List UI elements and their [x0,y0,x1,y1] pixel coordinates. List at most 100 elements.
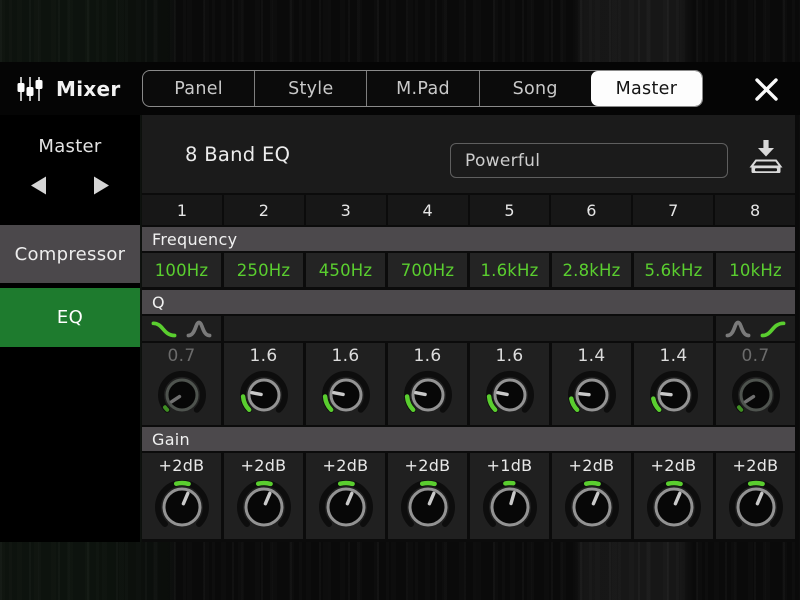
sidebar-items: Compressor EQ [0,225,140,347]
knob-graphic [728,480,783,527]
band-6-q-knob[interactable]: 1.4 [552,343,631,425]
tab-style[interactable]: Style [254,71,366,106]
band-number-2: 2 [223,195,304,225]
gain-value: +2dB [568,456,615,475]
knob-graphic [321,370,370,413]
shelf-falling-icon [151,320,177,337]
knob-graphic [646,480,701,527]
eq-panel: 8 Band EQ Powerful 123456 7 8 Frequency … [142,115,795,542]
band-2-gain-knob[interactable]: +2dB [224,453,303,539]
part-prev-button[interactable] [27,172,49,198]
band-1-filter-type[interactable] [142,316,221,341]
band-1-q-knob[interactable]: 0.7 [142,343,221,425]
frequency-row: 100Hz 250Hz 450Hz 700Hz 1.6kHz 2.8kHz 5.6kHz 10… [142,253,795,287]
part-next-button[interactable] [91,172,113,198]
q-value: 1.4 [577,346,606,366]
band-number-8: 8 [715,195,795,225]
gain-value: +2dB [732,456,779,475]
band-1-frequency[interactable]: 100Hz [142,253,221,287]
band-number-row: 12345678 [142,195,795,225]
band-7-gain-knob[interactable]: +2dB [634,453,713,539]
knob-graphic [400,480,455,527]
band-number-6: 6 [551,195,632,225]
part-selector-label: Master [38,136,102,157]
band-8-frequency[interactable]: 10kHz [716,253,795,287]
dialog-content: Master Compressor EQ 8 Band EQ Powerful … [0,115,800,542]
part-selector-arrows [0,172,140,198]
mixer-faders-icon [17,76,43,101]
close-button[interactable] [746,73,786,105]
band-3-q-knob[interactable]: 1.6 [306,343,385,425]
knob-graphic [485,370,534,413]
tab-bar: Panel Style M.Pad Song Master [142,70,703,107]
q-value: 1.6 [413,346,442,366]
eq-preset-value: Powerful [465,150,541,171]
knob-graphic [564,480,619,527]
band-1-gain-knob[interactable]: +2dB [142,453,221,539]
band-8-gain-knob[interactable]: +2dB [716,453,795,539]
peak-icon [186,320,212,337]
filter-type-spacer [224,316,713,341]
gain-value: +1dB [486,456,533,475]
sidebar-item-eq[interactable]: EQ [0,288,140,347]
shelf-rising-icon [760,320,786,337]
knob-graphic [236,480,291,527]
gain-row-header: Gain [142,427,795,451]
band-2-frequency[interactable]: 250Hz [224,253,303,287]
page-title: Mixer [56,76,121,101]
mixer-dialog: Mixer Panel Style M.Pad Song Master Master [0,62,800,542]
part-selector: Master [0,115,140,198]
q-value: 1.4 [659,346,688,366]
band-number-3: 3 [305,195,386,225]
band-6-frequency[interactable]: 2.8kHz [552,253,631,287]
tab-song[interactable]: Song [478,71,591,106]
band-5-q-knob[interactable]: 1.6 [470,343,549,425]
filter-type-row [142,316,795,341]
band-4-q-knob[interactable]: 1.6 [388,343,467,425]
tab-mpad[interactable]: M.Pad [366,71,478,106]
knob-graphic [482,480,537,527]
band-5-gain-knob[interactable]: +1dB [470,453,549,539]
band-2-q-knob[interactable]: 1.6 [224,343,303,425]
gain-value: +2dB [240,456,287,475]
sidebar-item-compressor[interactable]: Compressor [0,225,140,283]
band-6-gain-knob[interactable]: +2dB [552,453,631,539]
q-value: 0.7 [741,346,770,366]
knob-graphic [403,370,452,413]
frequency-row-header: Frequency [142,227,795,251]
knob-graphic [154,480,209,527]
gain-value: +2dB [322,456,369,475]
gain-value: +2dB [650,456,697,475]
knob-graphic [157,370,206,413]
q-value: 0.7 [167,346,196,366]
knob-graphic [567,370,616,413]
band-7-frequency[interactable]: 5.6kHz [634,253,713,287]
band-number-7: 7 [633,195,714,225]
band-number-4: 4 [387,195,468,225]
peak-icon [725,320,751,337]
eq-header: 8 Band EQ Powerful [142,115,795,193]
band-number-5: 5 [469,195,550,225]
mixer-screen: Mixer Panel Style M.Pad Song Master Master [0,0,800,600]
q-knob-row: 0.7 1.6 1.6 1.6 1.6 1.4 1.4 0.7 [142,343,795,425]
band-8-q-knob[interactable]: 0.7 [716,343,795,425]
app-title-group: Mixer [0,75,127,103]
save-button[interactable] [743,135,789,179]
band-7-q-knob[interactable]: 1.4 [634,343,713,425]
eq-preset-selector[interactable]: Powerful [450,143,728,178]
eq-title: 8 Band EQ [185,142,291,166]
band-8-filter-type[interactable] [716,316,795,341]
q-row-header: Q [142,290,795,314]
save-icon [749,140,783,173]
close-icon [754,77,778,101]
tab-master[interactable]: Master [590,71,702,106]
band-3-gain-knob[interactable]: +2dB [306,453,385,539]
tab-panel[interactable]: Panel [143,71,254,106]
knob-graphic [649,370,698,413]
band-3-frequency[interactable]: 450Hz [306,253,385,287]
knob-graphic [318,480,373,527]
band-4-gain-knob[interactable]: +2dB [388,453,467,539]
band-5-frequency[interactable]: 1.6kHz [470,253,549,287]
gain-knob-row: +2dB +2dB +2dB +2dB +1dB +2dB +2dB +2dB [142,453,795,539]
band-4-frequency[interactable]: 700Hz [388,253,467,287]
